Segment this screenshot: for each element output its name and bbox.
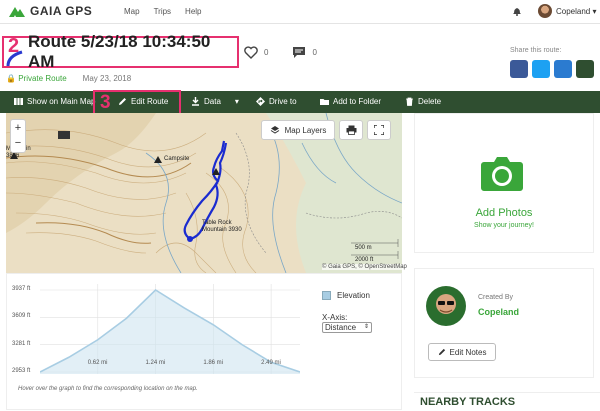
elevation-legend: Elevation xyxy=(322,291,370,300)
campsite-label: Campsite xyxy=(164,156,190,162)
top-bar: GAIA GPS Map Trips Help Copeland ▾ xyxy=(0,0,600,24)
bell-icon[interactable] xyxy=(512,6,522,16)
twitter-icon[interactable] xyxy=(532,60,550,78)
legend-swatch xyxy=(322,291,331,300)
route-stats: 0 0 xyxy=(244,46,317,59)
x-tick-label: 0.62 mi xyxy=(87,360,108,366)
delete-label: Delete xyxy=(418,97,442,106)
show-on-map-button[interactable]: Show on Main Map xyxy=(14,97,95,106)
x-axis-label: X-Axis: xyxy=(322,313,348,322)
creator-name[interactable]: Copeland xyxy=(478,307,519,317)
lock-icon: 🔒 xyxy=(6,74,16,83)
delete-button[interactable]: Delete xyxy=(405,97,441,106)
x-axis-select[interactable]: Distance ⇕ xyxy=(322,322,372,333)
add-photos-link[interactable]: Add Photos xyxy=(414,207,594,219)
zoom-controls: + − xyxy=(10,119,26,153)
print-icon xyxy=(346,125,356,135)
drive-to-button[interactable]: Drive to xyxy=(256,97,297,106)
map-icon xyxy=(14,98,23,105)
camera-icon[interactable] xyxy=(480,154,524,192)
logo[interactable]: GAIA GPS xyxy=(8,4,92,18)
heart-icon[interactable] xyxy=(244,46,258,59)
map-attribution: © Gaia GPS, © OpenStreetMap xyxy=(322,264,407,270)
directions-icon xyxy=(256,97,265,106)
privacy-status[interactable]: 🔒 Private Route xyxy=(6,74,67,83)
comments-count: 0 xyxy=(312,48,317,57)
graph-hover-note: Hover over the graph to find the corresp… xyxy=(18,386,198,392)
nearby-tracks-heading: NEARBY TRACKS xyxy=(414,392,600,411)
show-journey-text: Show your journey! xyxy=(474,222,534,229)
share-label: Share this route: xyxy=(510,47,562,54)
legend-label: Elevation xyxy=(337,291,370,300)
scale-feet: 2000 ft xyxy=(355,257,374,263)
folder-icon xyxy=(320,99,329,105)
comment-icon[interactable] xyxy=(292,46,306,59)
logo-text: GAIA GPS xyxy=(30,4,93,18)
x-tick-label: 1.86 mi xyxy=(203,360,224,366)
zoom-out-icon[interactable]: − xyxy=(15,136,21,151)
creator-avatar[interactable] xyxy=(426,286,466,326)
user-avatar[interactable] xyxy=(538,4,552,18)
x-tick-label: 1.24 mi xyxy=(145,360,166,366)
map-layers-label: Map Layers xyxy=(284,125,327,135)
privacy-label: Private Route xyxy=(18,74,67,83)
trash-icon xyxy=(406,97,413,106)
fullscreen-button[interactable] xyxy=(367,120,391,140)
y-tick-label: 2953 ft xyxy=(12,368,31,374)
y-tick-label: 3609 ft xyxy=(12,313,31,320)
caret-down-icon: ▾ xyxy=(234,97,239,106)
mountain-logo-icon xyxy=(9,7,25,17)
nav-map[interactable]: Map xyxy=(124,7,140,16)
add-to-folder-label: Add to Folder xyxy=(333,97,382,106)
x-tick-label: 2.49 mi xyxy=(261,360,281,366)
print-button[interactable] xyxy=(339,120,363,140)
drive-to-label: Drive to xyxy=(269,97,297,106)
x-axis-value: Distance xyxy=(325,323,357,332)
embed-icon[interactable] xyxy=(576,60,594,78)
route-date: May 23, 2018 xyxy=(82,74,132,83)
peak-label: Table Rock Mountain 3930 xyxy=(202,220,242,233)
annotation-arrow-icon xyxy=(6,50,23,67)
nav-trips[interactable]: Trips xyxy=(154,7,171,16)
y-tick-label: 3281 ft xyxy=(12,340,31,347)
avatar-sunglasses-icon xyxy=(436,294,456,314)
top-nav: Map Trips Help xyxy=(124,7,202,16)
edit-notes-button[interactable]: Edit Notes xyxy=(428,343,496,361)
y-tick-label: 3937 ft xyxy=(12,286,31,292)
share-icons xyxy=(510,60,594,78)
data-button[interactable]: Data ▾ xyxy=(191,97,239,106)
data-label: Data xyxy=(204,97,221,106)
route-title-highlight: Route 5/23/18 10:34:50 AM xyxy=(2,32,239,71)
route-meta: 🔒 Private Route May 23, 2018 xyxy=(6,74,131,83)
add-to-folder-button[interactable]: Add to Folder xyxy=(320,97,381,106)
created-by-label: Created By xyxy=(478,294,514,301)
annotation-step-3: 3 xyxy=(100,92,111,113)
pencil-icon xyxy=(438,348,445,356)
nav-help[interactable]: Help xyxy=(185,7,201,16)
route-toolbar: Show on Main Map Edit Route Data ▾ Drive… xyxy=(0,91,600,113)
facebook-icon[interactable] xyxy=(510,60,528,78)
fullscreen-icon xyxy=(374,125,384,135)
user-name: Copeland xyxy=(556,7,591,16)
select-arrows-icon: ⇕ xyxy=(363,324,369,330)
scale-meters: 500 m xyxy=(355,245,372,251)
zoom-in-icon[interactable]: + xyxy=(15,121,21,136)
route-title[interactable]: Route 5/23/18 10:34:50 AM xyxy=(28,32,237,72)
map-layers-button[interactable]: Map Layers xyxy=(261,120,335,140)
download-icon xyxy=(192,97,199,106)
caret-down-icon: ▾ xyxy=(592,7,597,16)
show-on-map-label: Show on Main Map xyxy=(27,97,96,106)
user-menu[interactable]: Copeland ▾ xyxy=(556,7,597,16)
layers-icon xyxy=(270,126,279,134)
route-map[interactable]: Campsite Table Rock Mountain 3930 Mounta… xyxy=(6,113,402,273)
edit-notes-label: Edit Notes xyxy=(449,347,487,357)
likes-count: 0 xyxy=(264,48,269,57)
link-icon[interactable] xyxy=(554,60,572,78)
